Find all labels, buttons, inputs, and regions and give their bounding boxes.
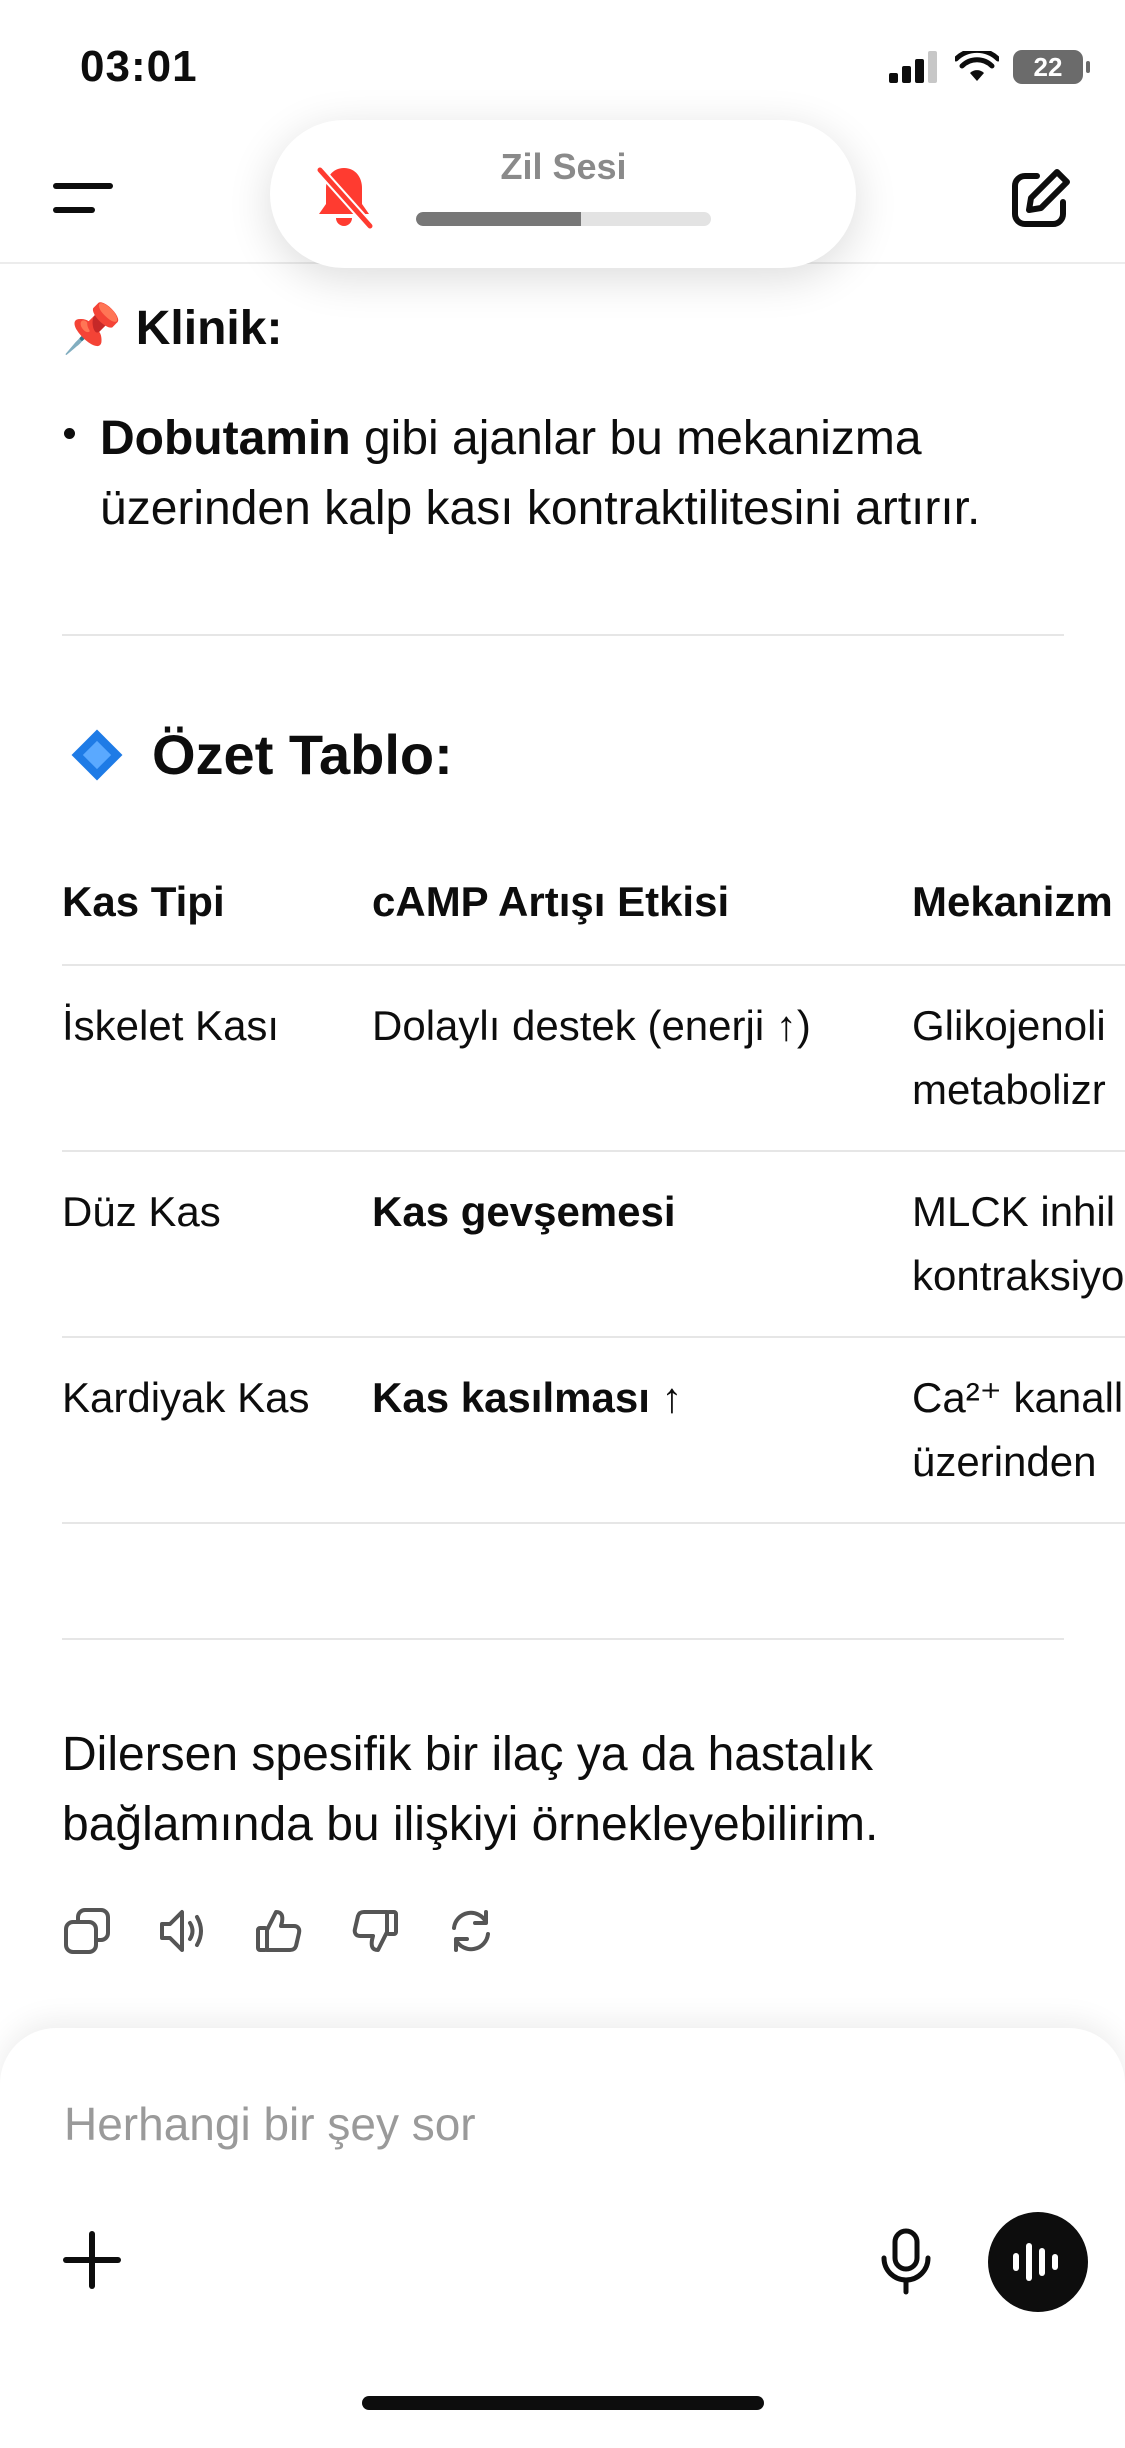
status-time: 03:01 [80, 42, 198, 91]
status-icons: 22 [889, 50, 1090, 84]
table-cell-bold: Kas gevşemesi [372, 1188, 676, 1235]
table-row-line [62, 1522, 1125, 1524]
table-header-camp: cAMP Artışı Etkisi [372, 878, 730, 925]
menu-icon [53, 183, 113, 213]
klinik-heading: 📌 Klinik: [62, 300, 282, 357]
new-chat-button[interactable] [1007, 166, 1073, 232]
add-attachment-button[interactable] [62, 2230, 122, 2290]
table-cell: metabolizr [912, 1066, 1106, 1113]
ringer-label: Zil Sesi [500, 146, 627, 187]
closing-message: Dilersen spesifik bir ilaç ya da hastalı… [62, 1728, 879, 1851]
signal-icon [889, 51, 937, 83]
bullet-dot [64, 428, 75, 439]
ringer-volume-fill [416, 212, 582, 226]
bullet-item: Dobutamin gibi ajanlar bu mekanizma üzer… [100, 404, 1080, 544]
regenerate-icon[interactable] [446, 1906, 496, 1956]
table-cell: Kardiyak Kas [62, 1374, 310, 1421]
copy-icon[interactable] [62, 1906, 112, 1956]
microphone-icon [881, 2228, 931, 2295]
table-header-line [62, 964, 1125, 966]
table-cell: İskelet Kası [62, 1002, 280, 1049]
table-cell: Düz Kas [62, 1188, 221, 1235]
table-header-mekanizma: Mekanizm [912, 878, 1113, 925]
bell-muted-icon [316, 167, 374, 229]
ringer-volume-bar [416, 212, 711, 226]
klinik-title: Klinik: [135, 302, 283, 355]
table-cell: üzerinden [912, 1438, 1097, 1485]
message-actions [62, 1906, 496, 1956]
waveform-icon [1013, 2243, 1058, 2281]
thumbs-down-icon[interactable] [350, 1906, 400, 1956]
voice-mode-button[interactable] [988, 2212, 1088, 2312]
table-cell: Kas gevşemesi [372, 1180, 676, 1244]
table-row-line [62, 1150, 1125, 1152]
section-divider [62, 1638, 1064, 1640]
blue-diamond-icon [71, 729, 123, 780]
table-cell: kontraksiyo [912, 1252, 1125, 1299]
thumbs-up-icon[interactable] [254, 1906, 304, 1956]
battery-level: 22 [1033, 51, 1063, 82]
dictation-button[interactable] [878, 2228, 934, 2296]
table-row-line [62, 1336, 1125, 1338]
table-cell: Dolaylı destek (enerji ↑) [372, 1002, 811, 1049]
ozet-heading: Özet Tablo: [70, 722, 453, 787]
wifi-icon [955, 51, 999, 81]
edit-icon [1012, 169, 1070, 227]
speaker-icon[interactable] [158, 1906, 208, 1956]
bullet-bold: Dobutamin [100, 412, 351, 465]
menu-button[interactable] [52, 176, 116, 224]
home-indicator [362, 2396, 764, 2410]
message-input[interactable] [62, 2086, 966, 2162]
table-cell: Glikojenoli [912, 1002, 1106, 1049]
table-cell-bold: Kas kasılması ↑ [372, 1374, 683, 1421]
table-cell: Ca²⁺ kanall [912, 1374, 1124, 1421]
pushpin-icon: 📌 [62, 303, 122, 356]
table-cell: Kas kasılması ↑ [372, 1366, 683, 1430]
table-cell: MLCK inhil [912, 1188, 1116, 1235]
table-header-kas-tipi: Kas Tipi [62, 878, 225, 925]
battery-icon: 22 [1013, 50, 1090, 84]
ozet-title: Özet Tablo: [152, 723, 453, 786]
plus-icon [63, 2231, 121, 2289]
section-divider [62, 634, 1064, 636]
